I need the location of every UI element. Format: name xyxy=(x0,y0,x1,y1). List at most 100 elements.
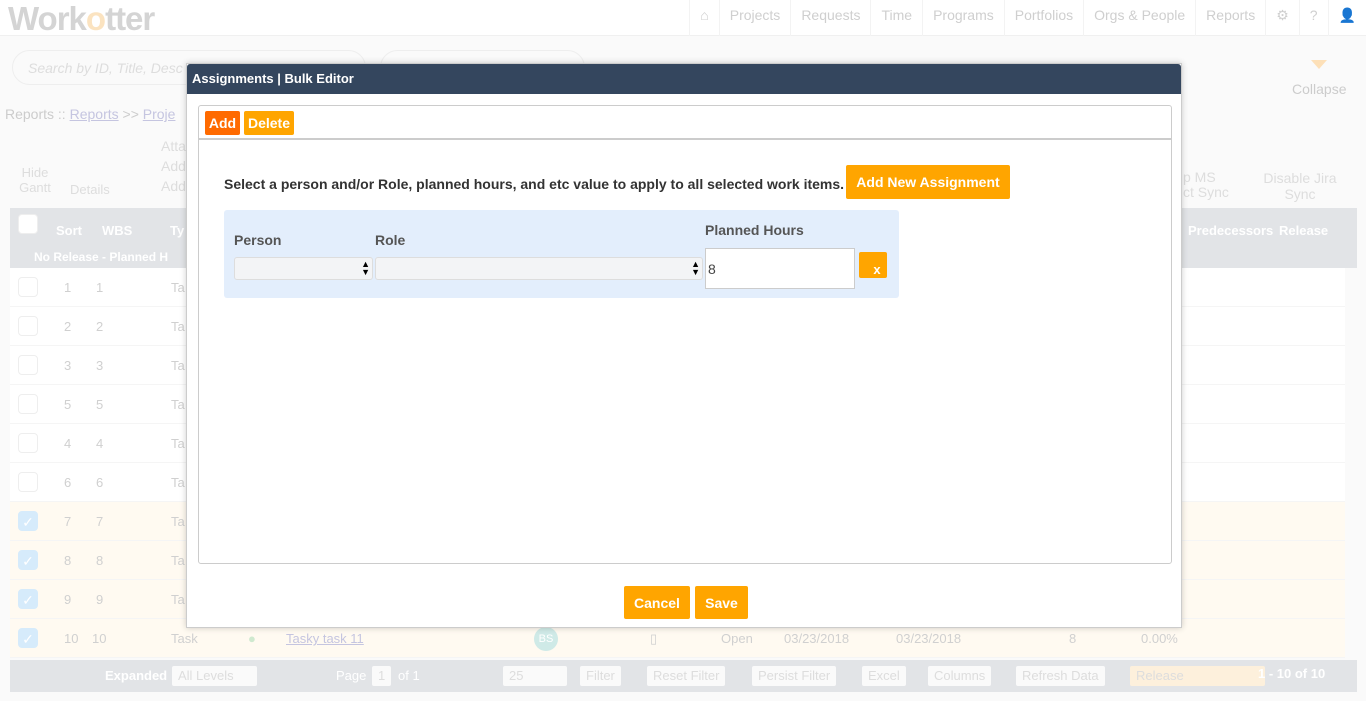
row-checkbox[interactable] xyxy=(18,394,38,414)
columns-button[interactable]: Columns xyxy=(928,666,992,686)
select-arrows-icon: ▲ ▼ xyxy=(691,259,700,277)
cell-wbs: 7 xyxy=(96,514,104,529)
avatar: BS xyxy=(534,627,558,651)
page-input[interactable]: 1 xyxy=(372,666,392,686)
nav-programs[interactable]: Programs xyxy=(922,0,1004,36)
cell-sort: 3 xyxy=(64,358,72,373)
nav-requests[interactable]: Requests xyxy=(790,0,870,36)
row-checkbox[interactable]: ✓ xyxy=(18,589,38,609)
row-checkbox[interactable]: ✓ xyxy=(18,511,38,531)
modal-title: Assignments | Bulk Editor xyxy=(187,64,1181,94)
cell-type: Ta xyxy=(171,397,185,412)
delete-button[interactable]: Delete xyxy=(244,111,294,135)
cell-start: 03/23/2018 xyxy=(784,631,850,646)
excel-button[interactable]: Excel xyxy=(862,666,906,686)
cancel-button[interactable]: Cancel xyxy=(624,586,690,619)
group-label: No Release - Planned H xyxy=(34,250,169,264)
nav-portfolios[interactable]: Portfolios xyxy=(1003,0,1083,36)
record-count: 1 - 10 of 10 xyxy=(1258,666,1326,681)
cell-sort: 9 xyxy=(64,592,72,607)
disable-jira-sync-button[interactable]: Disable Jira Sync xyxy=(1250,170,1350,202)
cell-type: Ta xyxy=(171,514,185,529)
user-icon[interactable]: 👤 xyxy=(1327,0,1366,36)
collapse-button[interactable]: Collapse xyxy=(1292,81,1346,97)
row-checkbox[interactable] xyxy=(18,316,38,336)
cell-wbs: 3 xyxy=(96,358,104,373)
persist-filter-button[interactable]: Persist Filter xyxy=(752,666,837,686)
grid-footer: Expanded All Levels Page 1 of 1 25 Filte… xyxy=(10,660,1357,692)
instruction-text: Select a person and/or Role, planned hou… xyxy=(224,176,845,192)
cell-wbs: 5 xyxy=(96,397,104,412)
cell-wbs: 9 xyxy=(96,592,104,607)
header-type[interactable]: Ty xyxy=(170,223,184,238)
nav-reports[interactable]: Reports xyxy=(1195,0,1265,36)
select-all-checkbox[interactable] xyxy=(18,214,38,234)
add-button-1[interactable]: Add xyxy=(161,158,186,174)
add-button[interactable]: Add xyxy=(205,111,240,135)
help-icon[interactable]: ? xyxy=(1298,0,1328,36)
cell-sort: 1 xyxy=(64,280,72,295)
reset-filter-button[interactable]: Reset Filter xyxy=(647,666,726,686)
attachments-button[interactable]: Atta xyxy=(161,138,186,154)
per-page-select[interactable]: 25 xyxy=(503,666,567,686)
nav-projects[interactable]: Projects xyxy=(718,0,791,36)
row-checkbox[interactable] xyxy=(18,433,38,453)
cell-wbs: 10 xyxy=(92,631,107,646)
logo: Workotter xyxy=(8,0,155,37)
remove-assignment-button[interactable]: x xyxy=(859,252,887,278)
breadcrumb: Reports :: Reports >> Proje xyxy=(5,106,176,122)
nav-orgs[interactable]: Orgs & People xyxy=(1083,0,1195,36)
levels-select[interactable]: All Levels xyxy=(172,666,257,686)
nav-time[interactable]: Time xyxy=(870,0,922,36)
cell-hours: 8 xyxy=(1069,631,1077,646)
cell-type: Ta xyxy=(171,553,185,568)
row-checkbox[interactable] xyxy=(18,472,38,492)
cell-type: Task xyxy=(171,631,198,646)
collapse-icon[interactable] xyxy=(1311,60,1327,77)
row-checkbox[interactable] xyxy=(18,355,38,375)
details-button[interactable]: Details xyxy=(70,182,110,197)
cell-wbs: 2 xyxy=(96,319,104,334)
save-button[interactable]: Save xyxy=(695,586,748,619)
cell-type: Ta xyxy=(171,592,185,607)
select-arrows-icon: ▲ ▼ xyxy=(361,259,370,277)
person-label: Person xyxy=(234,232,282,248)
add-button-2[interactable]: Add xyxy=(161,178,186,194)
cell-wbs: 1 xyxy=(96,280,104,295)
page-count: of 1 xyxy=(398,668,420,683)
assignment-row: Person Role Planned Hours ▲ ▼ ▲ ▼ 8 x xyxy=(224,210,899,298)
filter-button[interactable]: Filter xyxy=(580,666,621,686)
cell-end: 03/23/2018 xyxy=(896,631,962,646)
cell-type: Ta xyxy=(171,436,185,451)
cell-wbs: 4 xyxy=(96,436,104,451)
role-select[interactable]: ▲ ▼ xyxy=(375,257,703,280)
row-checkbox[interactable]: ✓ xyxy=(18,550,38,570)
home-icon[interactable]: ⌂ xyxy=(689,0,718,36)
breadcrumb-project[interactable]: Proje xyxy=(143,106,176,122)
breadcrumb-reports[interactable]: Reports xyxy=(70,106,119,122)
top-nav: Workotter ⌂ Projects Requests Time Progr… xyxy=(0,0,1366,37)
header-predecessors[interactable]: Predecessors xyxy=(1188,223,1273,238)
cell-type: Ta xyxy=(171,280,185,295)
ms-project-sync-button[interactable]: p MS ct Sync xyxy=(1183,170,1229,200)
header-sort[interactable]: Sort xyxy=(56,223,82,238)
cell-status: Open xyxy=(721,631,753,646)
row-checkbox[interactable]: ✓ xyxy=(18,628,38,648)
header-release[interactable]: Release xyxy=(1279,223,1328,238)
release-input[interactable]: Release xyxy=(1130,666,1265,686)
hide-gantt-button[interactable]: Hide Gantt xyxy=(15,165,55,195)
task-link[interactable]: Tasky task 11 xyxy=(286,631,364,646)
bulk-editor-modal: Assignments | Bulk Editor Add Delete Sel… xyxy=(186,63,1182,628)
add-new-assignment-button[interactable]: Add New Assignment xyxy=(846,165,1010,199)
modal-panel: Add Delete Select a person and/or Role, … xyxy=(198,105,1172,564)
cell-sort: 8 xyxy=(64,553,72,568)
header-wbs[interactable]: WBS xyxy=(102,223,132,238)
cell-type: Ta xyxy=(171,319,185,334)
person-select[interactable]: ▲ ▼ xyxy=(234,257,373,280)
cell-type: Ta xyxy=(171,475,185,490)
cell-type: Ta xyxy=(171,358,185,373)
planned-hours-input[interactable]: 8 xyxy=(705,248,855,289)
row-checkbox[interactable] xyxy=(18,277,38,297)
gear-icon[interactable]: ⚙ xyxy=(1265,0,1299,36)
refresh-data-button[interactable]: Refresh Data xyxy=(1016,666,1105,686)
